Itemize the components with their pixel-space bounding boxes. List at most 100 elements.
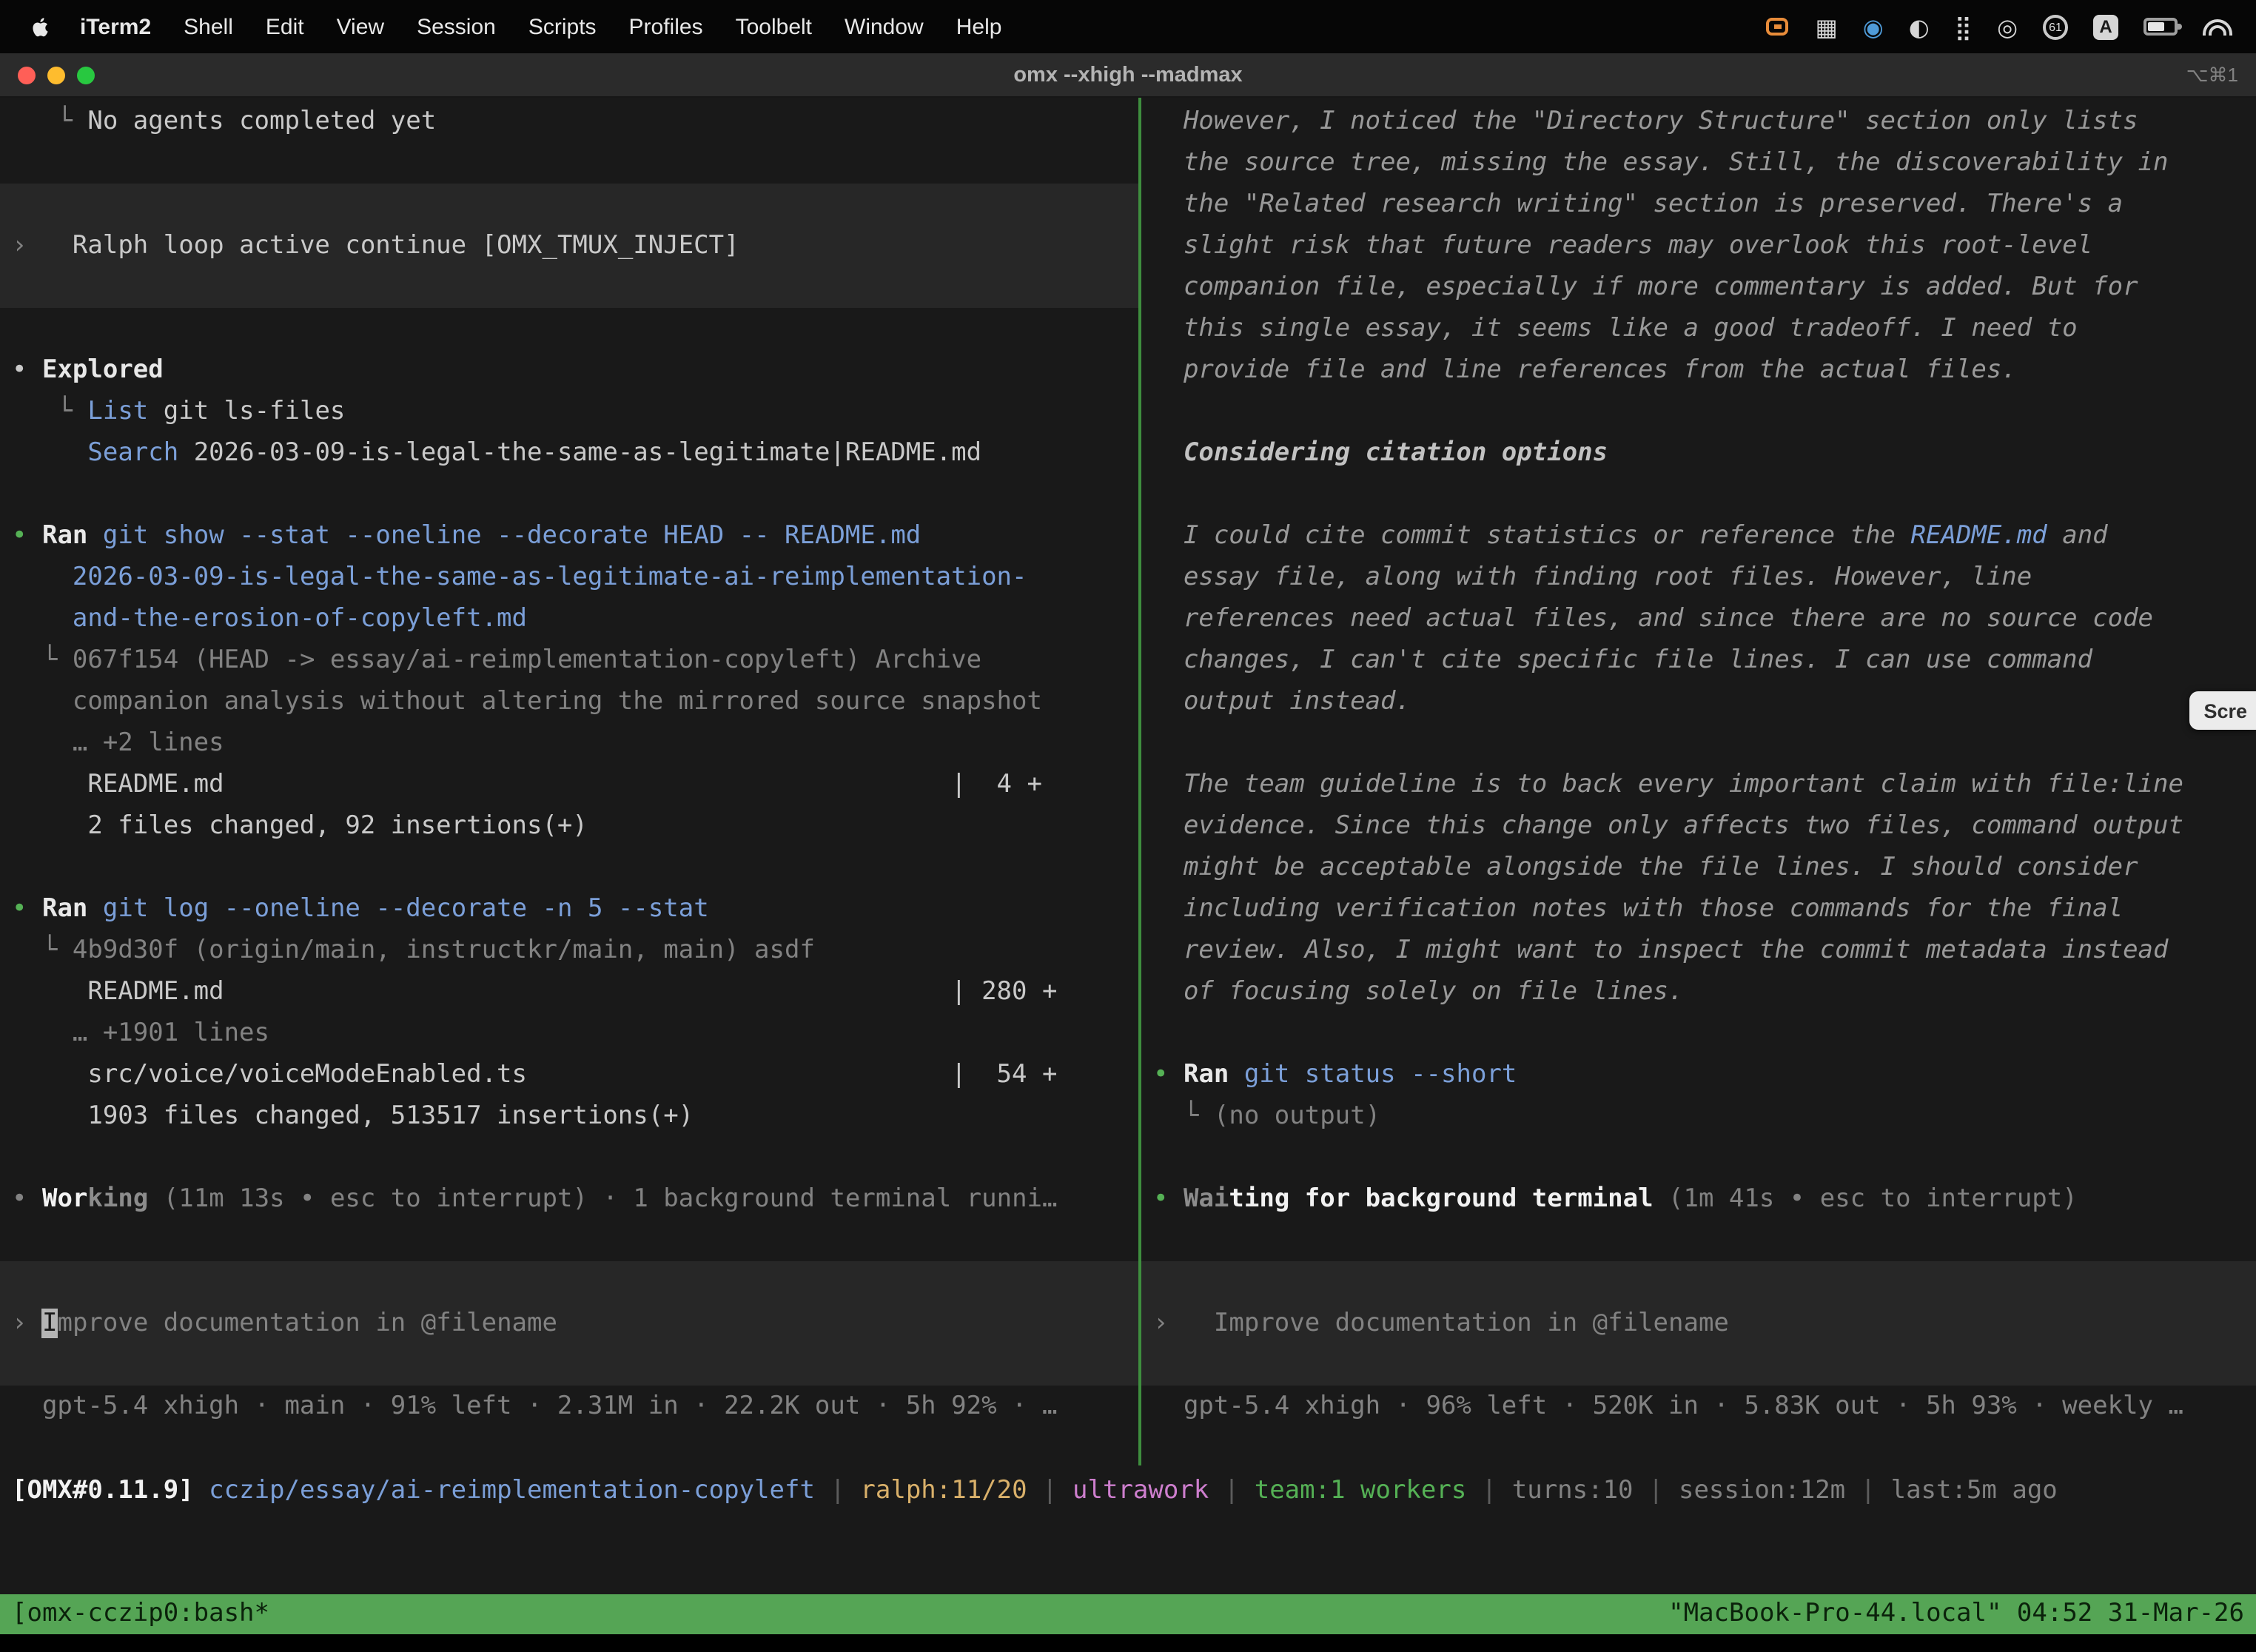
omx-status-bar: [OMX#0.11.9] cczip/essay/ai-reimplementa… xyxy=(0,1470,2256,1511)
terminal-line: • Working (11m 13s • esc to interrupt) ·… xyxy=(0,1178,1138,1220)
text-segment: Wai xyxy=(1184,1184,1229,1214)
text-segment: › xyxy=(1153,1309,1214,1338)
traffic-lights xyxy=(0,66,95,84)
text-segment: I xyxy=(42,1309,58,1338)
text-segment: 2 files changed, 92 insertions(+) xyxy=(12,811,588,841)
terminal-line: companion file, especially if more comme… xyxy=(1141,266,2256,308)
text-segment: | xyxy=(1634,1476,1679,1505)
terminal-line: • Ran git log --oneline --decorate -n 5 … xyxy=(0,888,1138,930)
terminal-line: the source tree, missing the essay. Stil… xyxy=(1141,142,2256,184)
terminal-line: └ List git ls-files xyxy=(0,391,1138,432)
menu-toolbelt[interactable]: Toolbelt xyxy=(719,14,828,39)
text-segment: turns:10 xyxy=(1512,1476,1634,1505)
text-segment: ultrawork xyxy=(1072,1476,1209,1505)
text-segment: this single essay, it seems like a good … xyxy=(1153,314,2078,343)
text-segment: └ xyxy=(12,645,73,675)
close-window-button[interactable] xyxy=(18,66,36,84)
prompt-input[interactable]: › Improve documentation in @filename xyxy=(1141,1261,2256,1386)
text-segment: Wor xyxy=(42,1184,87,1214)
terminal-line: Search 2026-03-09-is-legal-the-same-as-l… xyxy=(0,432,1138,474)
terminal-line: the "Related research writing" section i… xyxy=(1141,184,2256,225)
outline-app-icon[interactable]: ◎ xyxy=(1997,13,2018,41)
terminal-window-content: └ No agents completed yet › Ralph loop a… xyxy=(0,98,2256,1634)
menu-help[interactable]: Help xyxy=(940,14,1018,39)
text-segment xyxy=(12,438,87,468)
menu-view[interactable]: View xyxy=(320,14,401,39)
blank-line xyxy=(1141,1013,2256,1054)
menu-profiles[interactable]: Profiles xyxy=(613,14,719,39)
terminal-line: README.md | 280 + xyxy=(0,971,1138,1013)
text-segment: | xyxy=(1466,1476,1511,1505)
terminal-line: Considering citation options xyxy=(1141,432,2256,474)
gauge-badge-icon[interactable]: 61 xyxy=(2043,14,2068,39)
text-segment: (no output) xyxy=(1214,1101,1380,1131)
text-segment: team:1 workers xyxy=(1255,1476,1467,1505)
text-segment: List xyxy=(87,397,148,426)
text-segment: Ran xyxy=(1184,1060,1229,1089)
half-circle-app-icon[interactable]: ◐ xyxy=(1909,13,1930,41)
zoom-window-button[interactable] xyxy=(77,66,95,84)
blank-line xyxy=(1141,722,2256,764)
menu-session[interactable]: Session xyxy=(400,14,512,39)
text-segment: › xyxy=(12,231,73,261)
right-terminal-pane[interactable]: However, I noticed the "Directory Struct… xyxy=(1141,98,2256,1465)
text-segment: However, I noticed the "Directory Struct… xyxy=(1153,107,2138,136)
text-segment: might be acceptable alongside the file l… xyxy=(1153,853,2138,882)
blue-app-icon[interactable]: ◉ xyxy=(1863,13,1884,41)
text-segment: 067f154 (HEAD -> essay/ai-reimplementati… xyxy=(73,645,981,675)
terminal-line: 1903 files changed, 513517 insertions(+) xyxy=(0,1095,1138,1137)
text-segment: the "Related research writing" section i… xyxy=(1153,189,2123,219)
text-segment: the source tree, missing the essay. Stil… xyxy=(1153,148,2169,178)
prompt-input[interactable]: › Improve documentation in @filename xyxy=(0,1261,1138,1386)
minimize-window-button[interactable] xyxy=(47,66,65,84)
terminal-line: └ (no output) xyxy=(1141,1095,2256,1137)
blank-line xyxy=(0,142,1138,184)
terminal-line: gpt-5.4 xhigh · main · 91% left · 2.31M … xyxy=(0,1386,1138,1427)
text-segment: Considering citation options xyxy=(1153,438,1608,468)
text-segment: git show --stat --oneline --decorate HEA… xyxy=(103,521,921,551)
text-segment: README.md | 280 + xyxy=(12,977,1057,1007)
blank-line xyxy=(1141,1220,2256,1261)
text-segment: output instead. xyxy=(1153,687,1411,716)
text-segment: • xyxy=(12,894,42,924)
window-grid-icon[interactable]: ▦ xyxy=(1816,13,1838,41)
menu-scripts[interactable]: Scripts xyxy=(512,14,613,39)
terminal-line: and-the-erosion-of-copyleft.md xyxy=(0,598,1138,639)
blank-line xyxy=(1141,474,2256,515)
blank-line xyxy=(1141,1137,2256,1178)
text-segment: • xyxy=(12,521,42,551)
terminal-line: • Waiting for background terminal (1m 41… xyxy=(1141,1178,2256,1220)
menu-window[interactable]: Window xyxy=(828,14,940,39)
input-source-icon[interactable]: A xyxy=(2093,14,2118,39)
screen-overlay-button[interactable]: Scre xyxy=(2189,691,2256,730)
terminal-line: essay file, along with finding root file… xyxy=(1141,557,2256,598)
text-segment: slight risk that future readers may over… xyxy=(1153,231,2092,261)
text-segment: (11m 13s • esc to interrupt) · 1 backgro… xyxy=(148,1184,1057,1214)
terminal-line: evidence. Since this change only affects… xyxy=(1141,805,2256,847)
wifi-icon[interactable] xyxy=(2203,16,2229,37)
text-segment: mprove documentation in @filename xyxy=(57,1309,557,1338)
menu-iterm2[interactable]: iTerm2 xyxy=(64,14,167,39)
terminal-line: review. Also, I might want to inspect th… xyxy=(1141,930,2256,971)
terminal-line: companion analysis without altering the … xyxy=(0,681,1138,722)
text-segment: cczip/essay/ai-reimplementation-copyleft xyxy=(209,1476,815,1505)
text-segment: session:12m xyxy=(1679,1476,1845,1505)
text-segment: The team guideline is to back every impo… xyxy=(1153,770,2183,799)
text-segment: essay file, along with finding root file… xyxy=(1153,563,2032,592)
menu-shell[interactable]: Shell xyxy=(167,14,249,39)
dots-grid-icon[interactable]: ⣿ xyxy=(1955,13,1972,41)
left-terminal-pane[interactable]: └ No agents completed yet › Ralph loop a… xyxy=(0,98,1138,1465)
text-segment: (1m 41s • esc to interrupt) xyxy=(1654,1184,2078,1214)
menu-items: iTerm2ShellEditViewSessionScriptsProfile… xyxy=(64,14,1018,39)
screen-recording-indicator-icon[interactable] xyxy=(1765,16,1790,37)
terminal-line: including verification notes with those … xyxy=(1141,888,2256,930)
text-segment: [OMX#0.11.9] xyxy=(12,1476,194,1505)
blank-line xyxy=(1141,391,2256,432)
menu-edit[interactable]: Edit xyxy=(249,14,320,39)
window-title: omx --xhigh --madmax xyxy=(0,63,2256,87)
apple-menu-icon[interactable] xyxy=(30,14,55,39)
text-segment: git ls-files xyxy=(148,397,345,426)
tmux-host-clock-label: "MacBook-Pro-44.local" 04:52 31-Mar-26 xyxy=(1668,1594,2244,1634)
window-title-bar[interactable]: omx --xhigh --madmax ⌥⌘1 xyxy=(0,53,2256,98)
battery-icon[interactable] xyxy=(2143,18,2178,36)
